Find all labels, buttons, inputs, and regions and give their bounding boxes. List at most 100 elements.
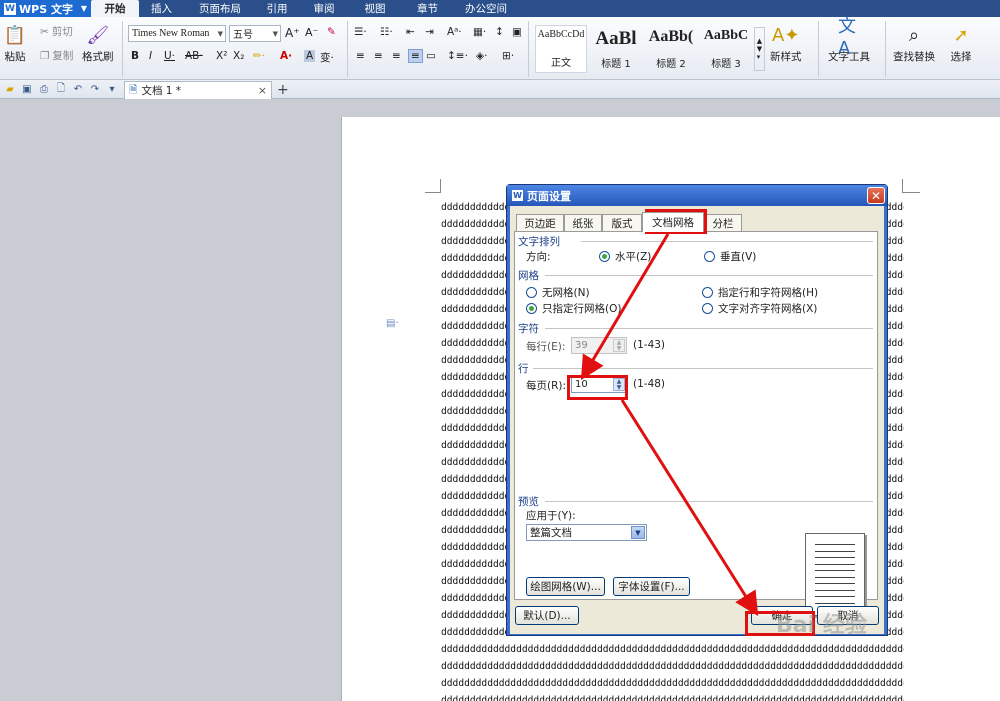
ribbon-toolbar: 📋 粘贴 ✂ 剪切 ❐ 复制 🖌 格式刷 Times New Roman ▼ 五… [0, 16, 1000, 80]
paste-button[interactable]: 📋 粘贴 [4, 23, 26, 64]
dialog-title-bar[interactable]: W 页面设置 [507, 185, 887, 206]
justify-icon[interactable]: ≡ [408, 49, 423, 63]
show-marks-icon[interactable]: ▣ [512, 26, 522, 38]
distributed-icon[interactable]: ▭ [426, 50, 436, 62]
tab-document-grid[interactable]: 文档网格 [642, 212, 704, 232]
document-line: dddddddddddddddddddddddddddddddddddddddd… [441, 644, 904, 655]
print-icon[interactable]: ⎙ [37, 82, 51, 96]
shrink-font-icon[interactable]: A⁻ [305, 26, 318, 39]
radio-snap-to-char-grid[interactable]: 文字对齐字符网格(X) [702, 301, 817, 316]
bullet-list-icon[interactable]: ☰· [354, 26, 367, 38]
document-tab[interactable]: 🗎 文档 1 * × [124, 81, 272, 99]
plus-icon[interactable]: + [277, 82, 289, 98]
font-size-select[interactable]: 五号 ▼ [229, 25, 281, 42]
subscript-icon[interactable]: X₂ [233, 50, 244, 62]
open-folder-icon[interactable]: ▰ [3, 82, 17, 96]
undo-icon[interactable]: ↶ [71, 82, 85, 96]
select-button[interactable]: ➚ 选择 [950, 23, 972, 64]
binoculars-icon: ⌕ [908, 24, 920, 46]
tab-margins[interactable]: 页边距 [516, 214, 564, 231]
underline-icon[interactable]: U· [164, 50, 175, 62]
style-heading-2[interactable]: AaBb( 标题 2 [645, 25, 697, 73]
tab-columns[interactable]: 分栏 [704, 214, 742, 231]
wps-logo-icon: W [512, 190, 523, 201]
menu-tab-office-space[interactable]: 办公空间 [455, 0, 517, 17]
style-heading-1[interactable]: AaBl 标题 1 [590, 25, 642, 73]
shading-icon[interactable]: ◈· [476, 50, 487, 62]
new-style-button[interactable]: A✦ 新样式 [770, 23, 802, 64]
bold-icon[interactable]: B [131, 50, 139, 62]
menu-tab-references[interactable]: 引用 [256, 0, 298, 17]
lines-per-page-label: 每页(R): [526, 380, 567, 392]
radio-horizontal[interactable]: 水平(Z) [599, 249, 651, 264]
default-button[interactable]: 默认(D)... [515, 606, 579, 625]
menu-tab-page-layout[interactable]: 页面布局 [184, 0, 256, 17]
tab-layout[interactable]: 版式 [602, 214, 642, 231]
menu-tab-home[interactable]: 开始 [91, 0, 139, 17]
strikethrough-icon[interactable]: AB· [185, 50, 203, 62]
new-style-icon: A✦ [772, 24, 800, 46]
radio-vertical[interactable]: 垂直(V) [704, 249, 756, 264]
radio-line-grid-only[interactable]: 只指定行网格(O) [526, 301, 621, 316]
preview-line [815, 596, 855, 597]
style-gallery-scroll[interactable]: ▲ ▼ ▾ [754, 27, 765, 71]
style-heading-3[interactable]: AaBbC 标题 3 [700, 25, 752, 73]
group-divider [545, 328, 873, 329]
scissors-icon: ✂ [40, 25, 49, 38]
clear-format-icon[interactable]: ✎ [327, 26, 336, 38]
paragraph-marker-icon[interactable]: ▤· [386, 318, 399, 329]
phonetic-guide-icon[interactable]: 变· [320, 50, 334, 65]
ribbon-divider [347, 21, 348, 77]
highlight-icon[interactable]: ✏· [253, 50, 265, 62]
line-spacing-icon[interactable]: ↕≡· [447, 50, 468, 62]
print-preview-icon[interactable]: 🗋 [54, 82, 68, 96]
radio-line-and-char-grid[interactable]: 指定行和字符网格(H) [702, 285, 818, 300]
menu-tab-section[interactable]: 章节 [400, 0, 455, 17]
text-tools-button[interactable]: 文A 文字工具 [828, 16, 870, 64]
draw-grid-button[interactable]: 绘图网格(W)... [526, 577, 605, 596]
group-divider [533, 368, 873, 369]
numbered-list-icon[interactable]: ☷· [380, 26, 393, 38]
document-grid-panel: 文字排列 方向: 水平(Z) 垂直(V) 网格 无网格(N) 指定行和字符网格(… [514, 231, 878, 616]
document-line: dddddddddddddddddddddddddddddddddddddddd… [441, 661, 904, 672]
cut-button[interactable]: ✂ 剪切 [40, 24, 73, 39]
close-icon[interactable]: × [258, 84, 267, 97]
app-menu-button[interactable]: W WPS 文字 ▼ [0, 0, 91, 17]
sort-icon[interactable]: ↕ [495, 26, 504, 38]
save-icon[interactable]: ▣ [20, 82, 34, 96]
font-settings-button[interactable]: 字体设置(F)... [613, 577, 690, 596]
menu-tab-insert[interactable]: 插入 [139, 0, 184, 17]
style-normal[interactable]: AaBbCcDd 正文 [535, 25, 587, 73]
char-shading-icon[interactable]: A [304, 50, 316, 62]
decrease-indent-icon[interactable]: ⇤ [406, 26, 415, 38]
align-right-icon[interactable]: ≡ [392, 50, 401, 62]
preview-page-thumbnail [805, 533, 865, 616]
tab-paper[interactable]: 纸张 [564, 214, 602, 231]
apply-to-select[interactable]: 整篇文档 ▼ [526, 524, 647, 541]
redo-icon[interactable]: ↷ [88, 82, 102, 96]
text-direction-icon[interactable]: Aᵃ· [447, 26, 462, 38]
chars-per-line-input[interactable]: 39 ▲ ▼ [571, 337, 627, 354]
close-icon[interactable]: ✕ [867, 187, 885, 204]
align-center-icon[interactable]: ≡ [374, 50, 383, 62]
spinner-arrows-icon[interactable]: ▲ ▼ [613, 339, 625, 352]
font-color-icon[interactable]: A· [280, 50, 292, 62]
menu-tab-view[interactable]: 视图 [350, 0, 400, 17]
grow-font-icon[interactable]: A⁺ [285, 26, 300, 40]
chars-range-label: (1-43) [633, 339, 666, 351]
borders-icon[interactable]: ⊞· [502, 50, 514, 62]
quick-access-bar: ▰ ▣ ⎙ 🗋 ↶ ↷ ▾ 🗎 文档 1 * × + [0, 80, 1000, 99]
superscript-icon[interactable]: X² [216, 50, 227, 62]
menu-tab-review[interactable]: 审阅 [298, 0, 350, 17]
format-painter-button[interactable]: 🖌 格式刷 [82, 23, 114, 64]
table-icon[interactable]: ▦· [473, 26, 486, 38]
find-replace-button[interactable]: ⌕ 查找替换 [893, 23, 935, 64]
copy-button[interactable]: ❐ 复制 [40, 48, 73, 63]
crop-mark [425, 179, 441, 193]
increase-indent-icon[interactable]: ⇥ [425, 26, 434, 38]
customize-toolbar-icon[interactable]: ▾ [105, 82, 119, 96]
radio-no-grid[interactable]: 无网格(N) [526, 285, 590, 300]
font-name-select[interactable]: Times New Roman ▼ [128, 25, 226, 42]
italic-icon[interactable]: I [149, 50, 152, 62]
align-left-icon[interactable]: ≡ [356, 50, 365, 62]
